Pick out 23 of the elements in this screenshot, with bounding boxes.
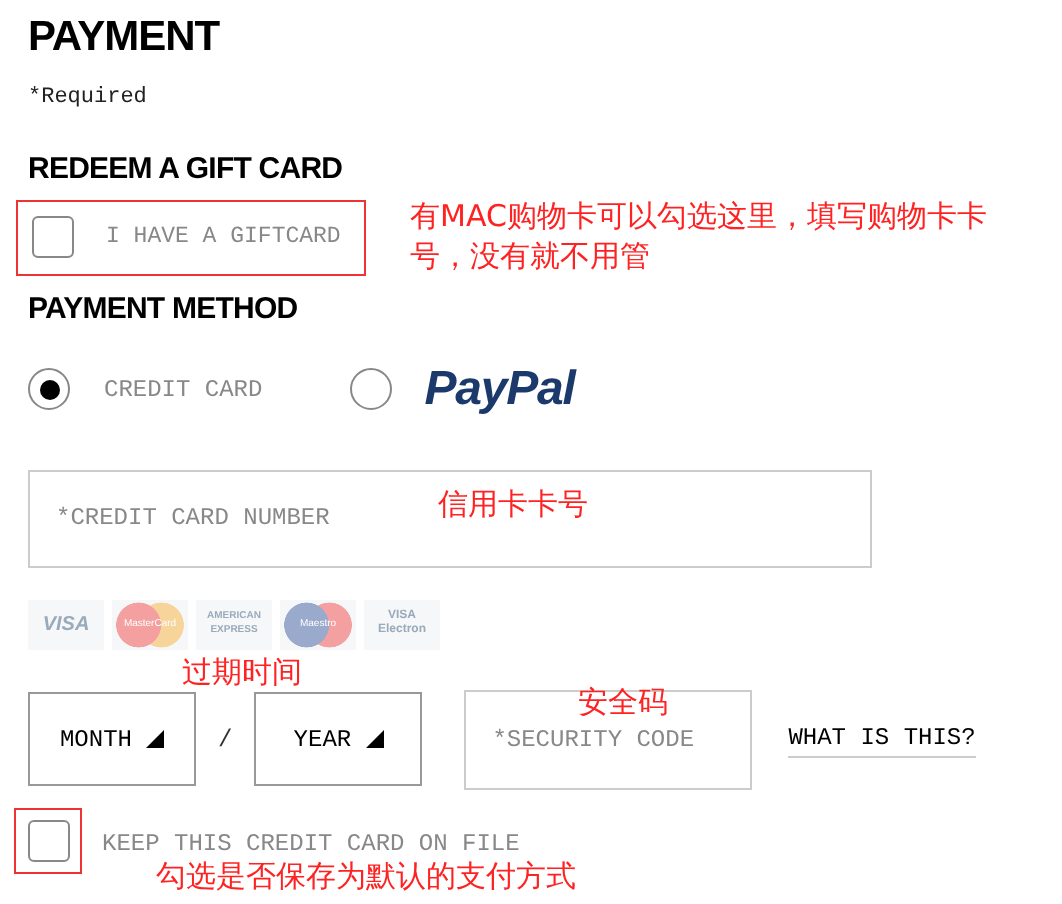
- annotation-note: 过期时间: [182, 652, 302, 692]
- section-heading: PAYMENT METHOD: [28, 291, 300, 327]
- dropdown[interactable]: YEAR: [254, 692, 423, 786]
- caret-icon: [146, 730, 164, 748]
- dropdown[interactable]: MONTH: [28, 692, 196, 786]
- checkbox[interactable]: [27, 819, 69, 861]
- radio-button[interactable]: [28, 368, 70, 410]
- checkbox-label: I HAVE A GIFTCARD: [106, 221, 341, 254]
- caret-icon: [365, 730, 384, 748]
- required-note: *Required: [28, 84, 149, 114]
- logo-text: VISA: [42, 617, 90, 631]
- annotation-note: 有MAC购物卡可以勾选这里，填写购物卡卡号，没有就不用管: [410, 196, 989, 276]
- section-heading: REDEEM A GIFT CARD: [28, 151, 345, 187]
- annotation-note: 信用卡卡号: [438, 484, 588, 524]
- date-separator: /: [218, 723, 233, 757]
- paypal-logo: PayPal: [424, 365, 575, 413]
- help-link[interactable]: WHAT IS THIS?: [788, 720, 976, 758]
- radio-label: CREDIT CARD: [104, 373, 263, 407]
- page-title: PAYMENT: [28, 12, 222, 64]
- radio-button[interactable]: [350, 368, 393, 410]
- annotation-note: 勾选是否保存为默认的支付方式: [156, 856, 576, 896]
- checkbox[interactable]: [32, 216, 74, 258]
- checkbox-label: KEEP THIS CREDIT CARD ON FILE: [102, 828, 520, 860]
